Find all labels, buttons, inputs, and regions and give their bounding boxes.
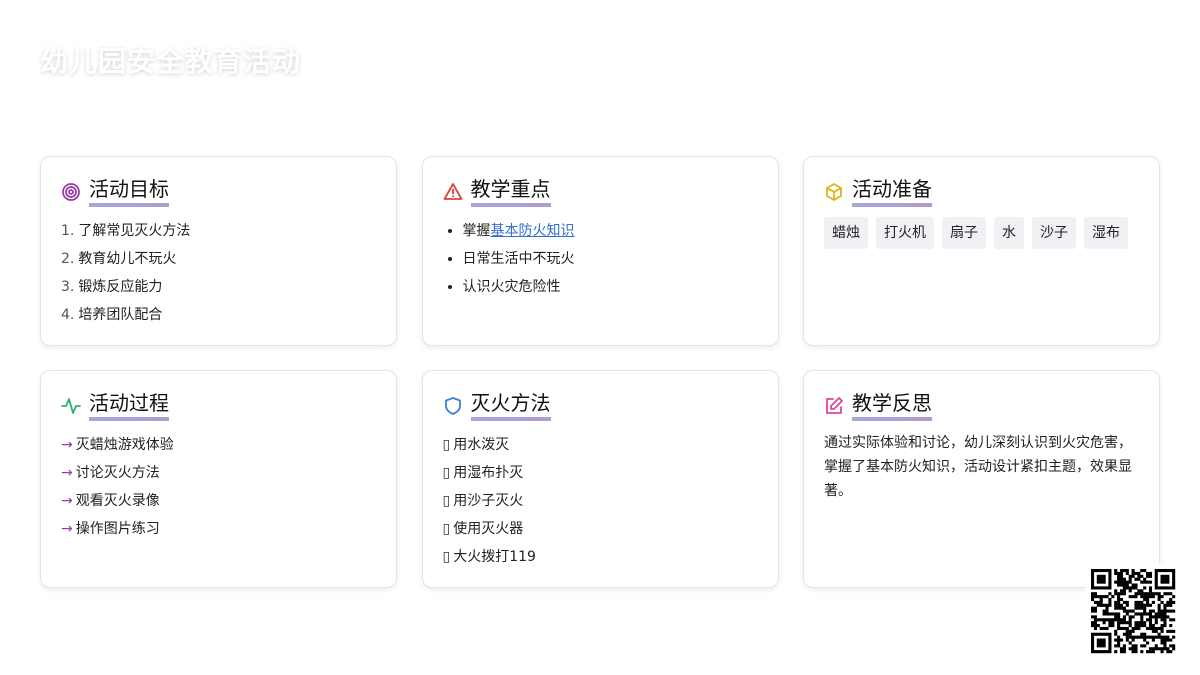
list-item: ▯ 用水泼灭: [443, 431, 758, 459]
list-item: 2. 教育幼儿不玩火: [61, 245, 376, 273]
tag: 水: [994, 217, 1024, 249]
focus-title: 教学重点: [470, 177, 551, 207]
list-item: → 观看灭火录像: [61, 487, 376, 515]
list-item: ▯ 大火拨打119: [443, 543, 758, 571]
methods-list: ▯ 用水泼灭 ▯ 用湿布扑灭 ▯ 用沙子灭火 ▯ 使用灭火器 ▯ 大火拨打119: [443, 431, 758, 571]
box-glyph-icon: ▯: [442, 549, 451, 565]
reflection-title: 教学反思: [852, 391, 932, 421]
fire-knowledge-link[interactable]: 基本防火知识: [491, 223, 575, 239]
prep-title: 活动准备: [852, 177, 932, 207]
list-item: 日常生活中不玩火: [463, 245, 758, 273]
tag: 湿布: [1084, 217, 1128, 249]
list-item: ▯ 用沙子灭火: [443, 487, 758, 515]
list-item: 1. 了解常见灭火方法: [61, 217, 376, 245]
list-item: 4. 培养团队配合: [61, 301, 376, 329]
list-number: 2.: [61, 251, 75, 267]
page-title: 幼儿园安全教育活动: [40, 45, 302, 78]
reflection-text: 通过实际体验和讨论，幼儿深刻认识到火灾危害，掌握了基本防火知识，活动设计紧扣主题…: [824, 435, 1132, 499]
box-glyph-icon: ▯: [442, 465, 451, 481]
edit-icon: [824, 396, 844, 416]
list-item: → 讨论灭火方法: [61, 459, 376, 487]
tag: 打火机: [876, 217, 934, 249]
process-list: → 灭蜡烛游戏体验 → 讨论灭火方法 → 观看灭火录像 → 操作图片练习: [61, 431, 376, 543]
list-item-text: 掌握: [462, 223, 491, 239]
focus-card: 教学重点 掌握基本防火知识 日常生活中不玩火 认识火灾危险性: [421, 156, 779, 346]
box-glyph-icon: ▯: [442, 521, 451, 537]
list-item-text: 使用灭火器: [453, 521, 524, 537]
list-item-text: 用湿布扑灭: [453, 465, 524, 481]
arrow-right-icon: →: [61, 437, 73, 453]
methods-card: 灭火方法 ▯ 用水泼灭 ▯ 用湿布扑灭 ▯ 用沙子灭火 ▯ 使用灭火器 ▯ 大火拨打119: [421, 370, 779, 588]
target-icon: [61, 182, 81, 202]
prep-card: 活动准备 蜡烛 打火机 扇子 水 沙子 湿布: [803, 156, 1160, 346]
list-item: → 灭蜡烛游戏体验: [61, 431, 376, 459]
list-number: 4.: [61, 307, 75, 323]
list-item-text: 用沙子灭火: [453, 493, 524, 509]
package-icon: [824, 182, 844, 202]
card-grid: 活动目标 1. 了解常见灭火方法 2. 教育幼儿不玩火 3. 锻炼反应能力 4. 培养团…: [40, 156, 1160, 588]
list-item-text: 锻炼反应能力: [78, 279, 163, 295]
list-item: → 操作图片练习: [61, 515, 376, 543]
list-item-text: 操作图片练习: [75, 521, 160, 537]
box-glyph-icon: ▯: [442, 437, 451, 453]
tag: 蜡烛: [824, 217, 868, 249]
list-item-text: 灭蜡烛游戏体验: [75, 437, 174, 453]
arrow-right-icon: →: [61, 493, 73, 509]
list-item: 掌握基本防火知识: [463, 217, 758, 245]
process-title: 活动过程: [89, 391, 169, 421]
goals-card-header: 活动目标: [61, 177, 376, 207]
list-item-text: 教育幼儿不玩火: [78, 251, 177, 267]
list-item: ▯ 使用灭火器: [443, 515, 758, 543]
focus-list: 掌握基本防火知识 日常生活中不玩火 认识火灾危险性: [443, 217, 758, 301]
tag: 沙子: [1032, 217, 1076, 249]
prep-tags: 蜡烛 打火机 扇子 水 沙子 湿布: [824, 217, 1139, 249]
methods-card-header: 灭火方法: [443, 391, 758, 421]
methods-title: 灭火方法: [470, 391, 551, 421]
goals-list: 1. 了解常见灭火方法 2. 教育幼儿不玩火 3. 锻炼反应能力 4. 培养团队配合: [61, 217, 376, 329]
qr-code: [1085, 563, 1181, 659]
list-number: 3.: [61, 279, 75, 295]
alert-triangle-icon: [443, 182, 463, 202]
list-item-text: 用水泼灭: [453, 437, 510, 453]
box-glyph-icon: ▯: [442, 493, 451, 509]
list-item-text: 培养团队配合: [78, 307, 163, 323]
reflection-card-header: 教学反思: [824, 391, 1139, 421]
focus-card-header: 教学重点: [443, 177, 758, 207]
arrow-right-icon: →: [61, 521, 73, 537]
list-number: 1.: [61, 223, 75, 239]
activity-icon: [61, 396, 81, 416]
shield-icon: [443, 396, 463, 416]
list-item: ▯ 用湿布扑灭: [443, 459, 758, 487]
list-item-text: 观看灭火录像: [75, 493, 160, 509]
list-item: 3. 锻炼反应能力: [61, 273, 376, 301]
list-item: 认识火灾危险性: [463, 273, 758, 301]
prep-card-header: 活动准备: [824, 177, 1139, 207]
list-item-text: 讨论灭火方法: [75, 465, 160, 481]
goals-card: 活动目标 1. 了解常见灭火方法 2. 教育幼儿不玩火 3. 锻炼反应能力 4. 培养团…: [40, 156, 397, 346]
arrow-right-icon: →: [61, 465, 73, 481]
list-item-text: 大火拨打119: [453, 549, 536, 565]
process-card: 活动过程 → 灭蜡烛游戏体验 → 讨论灭火方法 → 观看灭火录像 → 操作图片练习: [40, 370, 397, 588]
reflection-card: 教学反思 通过实际体验和讨论，幼儿深刻认识到火灾危害，掌握了基本防火知识，活动设…: [803, 370, 1160, 588]
goals-title: 活动目标: [89, 177, 169, 207]
list-item-text: 了解常见灭火方法: [78, 223, 191, 239]
process-card-header: 活动过程: [61, 391, 376, 421]
tag: 扇子: [942, 217, 986, 249]
